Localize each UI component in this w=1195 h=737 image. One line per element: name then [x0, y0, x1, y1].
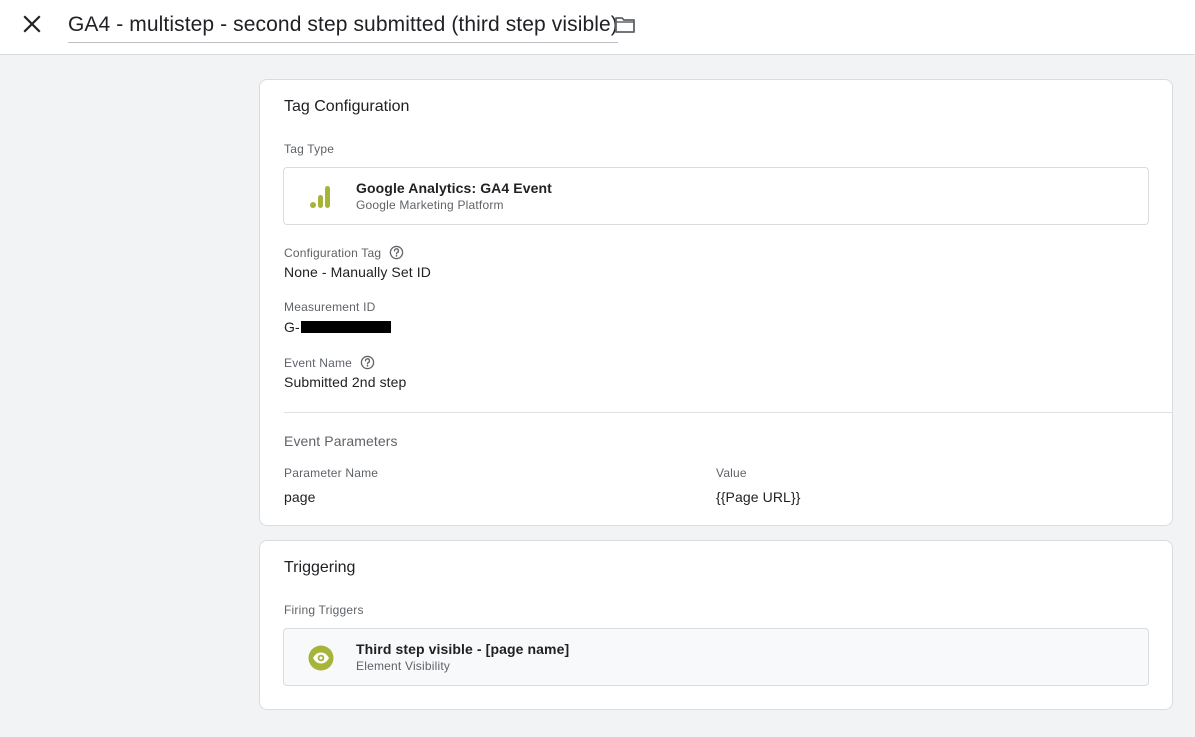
configuration-tag-label-text: Configuration Tag	[284, 245, 382, 260]
event-name-label: Event Name	[284, 355, 375, 370]
tag-type-name: Google Analytics: GA4 Event	[356, 180, 552, 196]
trigger-name: Third step visible - [page name]	[356, 641, 570, 657]
parameter-value-cell: {{Page URL}}	[716, 489, 801, 505]
folder-button[interactable]	[612, 12, 638, 38]
close-icon	[23, 15, 41, 33]
configuration-tag-label: Configuration Tag	[284, 245, 404, 260]
tag-configuration-title: Tag Configuration	[284, 98, 410, 115]
measurement-id-label: Measurement ID	[284, 300, 376, 314]
folder-icon	[615, 17, 635, 33]
divider	[284, 412, 1172, 413]
trigger-type: Element Visibility	[356, 659, 451, 673]
redacted-block	[300, 321, 391, 333]
parameter-name-cell: page	[284, 489, 316, 505]
tag-type-label: Tag Type	[284, 142, 335, 156]
tag-name-field[interactable]: GA4 - multistep - second step submitted …	[68, 8, 618, 43]
triggering-title: Triggering	[284, 559, 356, 576]
help-icon[interactable]	[360, 355, 375, 370]
configuration-tag-value: None - Manually Set ID	[284, 264, 431, 280]
close-button[interactable]	[16, 8, 48, 40]
event-parameters-title: Event Parameters	[284, 433, 398, 449]
firing-triggers-label: Firing Triggers	[284, 603, 364, 617]
parameter-name-header: Parameter Name	[284, 466, 379, 480]
event-name-value: Submitted 2nd step	[284, 374, 407, 390]
help-icon[interactable]	[389, 245, 404, 260]
parameter-value-header: Value	[716, 466, 747, 480]
triggering-card[interactable]: Triggering Firing Triggers Third step vi…	[259, 540, 1173, 710]
tag-type-platform: Google Marketing Platform	[356, 198, 504, 212]
measurement-id-value: G-	[284, 319, 391, 335]
page-title: GA4 - multistep - second step submitted …	[68, 13, 618, 36]
analytics-bars-icon	[310, 186, 330, 208]
event-name-label-text: Event Name	[284, 355, 353, 370]
trigger-box[interactable]: Third step visible - [page name] Element…	[283, 628, 1149, 686]
tag-configuration-card[interactable]: Tag Configuration Tag Type Google Analyt…	[259, 79, 1173, 526]
measurement-id-prefix: G-	[284, 319, 300, 335]
top-bar: GA4 - multistep - second step submitted …	[0, 0, 1195, 55]
tag-type-box[interactable]: Google Analytics: GA4 Event Google Marke…	[283, 167, 1149, 225]
eye-icon	[308, 645, 334, 671]
